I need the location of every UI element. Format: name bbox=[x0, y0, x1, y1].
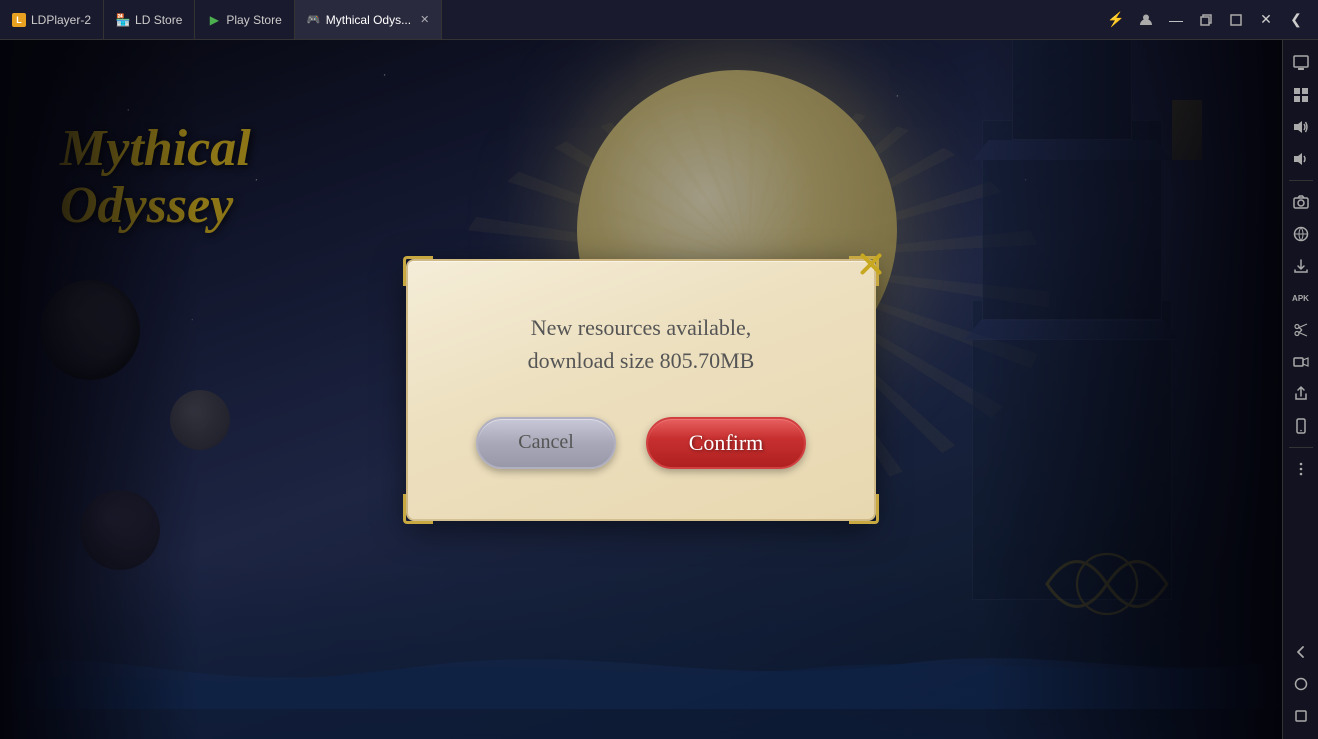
user-icon bbox=[1139, 13, 1153, 27]
playstore-icon: ▶ bbox=[207, 13, 221, 27]
tab-playstore-label: Play Store bbox=[226, 13, 281, 27]
tab-ldplayer2-label: LDPlayer-2 bbox=[31, 13, 91, 27]
back-button[interactable]: ❮ bbox=[1282, 6, 1310, 34]
nav-back-icon bbox=[1294, 645, 1308, 659]
nav-square-button[interactable] bbox=[1286, 701, 1316, 731]
close-button[interactable]: ✕ bbox=[1252, 6, 1280, 34]
apk-button[interactable]: APK bbox=[1286, 283, 1316, 313]
restore-button[interactable] bbox=[1192, 6, 1220, 34]
right-sidebar: APK bbox=[1282, 40, 1318, 739]
more-icon bbox=[1293, 461, 1309, 477]
lightning-button[interactable]: ⚡ bbox=[1102, 6, 1130, 34]
dialog-corner-br bbox=[849, 494, 879, 524]
minimize-button[interactable]: — bbox=[1162, 6, 1190, 34]
mythical-icon: 🎮 bbox=[307, 13, 321, 27]
dialog-close-button[interactable] bbox=[850, 243, 892, 285]
dialog-buttons: Cancel Confirm bbox=[458, 417, 824, 469]
phone-button[interactable] bbox=[1286, 411, 1316, 441]
titlebar: L LDPlayer-2 🏪 LD Store ▶ Play Store 🎮 M… bbox=[0, 0, 1318, 40]
close-x-icon bbox=[853, 246, 889, 282]
sidebar-divider-2 bbox=[1289, 447, 1313, 448]
dialog-message-line1: New resources available, bbox=[458, 311, 824, 344]
video-record-button[interactable] bbox=[1286, 347, 1316, 377]
tab-ldstore[interactable]: 🏪 LD Store bbox=[104, 0, 195, 39]
scissors-button[interactable] bbox=[1286, 315, 1316, 345]
camera-icon bbox=[1293, 194, 1309, 210]
titlebar-controls: ⚡ — ✕ ❮ bbox=[1102, 6, 1318, 34]
volume-down-button[interactable] bbox=[1286, 144, 1316, 174]
nav-back-button[interactable] bbox=[1286, 637, 1316, 667]
game-area: Mythical Odyssey bbox=[0, 40, 1282, 739]
tab-mythical-close[interactable]: ✕ bbox=[420, 13, 429, 26]
tab-ldstore-label: LD Store bbox=[135, 13, 182, 27]
phone-icon bbox=[1293, 418, 1309, 434]
grid-icon bbox=[1293, 87, 1309, 103]
earth-button[interactable] bbox=[1286, 219, 1316, 249]
volume-up-button[interactable] bbox=[1286, 112, 1316, 142]
scissors-icon bbox=[1293, 322, 1309, 338]
video-icon bbox=[1293, 354, 1309, 370]
volume-down-icon bbox=[1293, 151, 1309, 167]
camera-button[interactable] bbox=[1286, 187, 1316, 217]
user-button[interactable] bbox=[1132, 6, 1160, 34]
tab-mythical[interactable]: 🎮 Mythical Odys... ✕ bbox=[295, 0, 443, 39]
dialog-overlay: New resources available, download size 8… bbox=[0, 40, 1282, 739]
download-button[interactable] bbox=[1286, 251, 1316, 281]
tab-playstore[interactable]: ▶ Play Store bbox=[195, 0, 294, 39]
sidebar-divider-1 bbox=[1289, 180, 1313, 181]
more-button[interactable] bbox=[1286, 454, 1316, 484]
grid-button[interactable] bbox=[1286, 80, 1316, 110]
cancel-button[interactable]: Cancel bbox=[476, 417, 616, 469]
volume-up-icon bbox=[1293, 119, 1309, 135]
tab-ldplayer2[interactable]: L LDPlayer-2 bbox=[0, 0, 104, 39]
maximize-icon bbox=[1230, 14, 1242, 26]
share-button[interactable] bbox=[1286, 379, 1316, 409]
download-icon bbox=[1293, 258, 1309, 274]
restore-icon bbox=[1200, 14, 1212, 26]
share-icon bbox=[1293, 386, 1309, 402]
display-icon bbox=[1293, 55, 1309, 71]
display-button[interactable] bbox=[1286, 48, 1316, 78]
nav-square-icon bbox=[1294, 709, 1308, 723]
tab-mythical-label: Mythical Odys... bbox=[326, 13, 411, 27]
confirm-button[interactable]: Confirm bbox=[646, 417, 806, 469]
dialog-corner-tl bbox=[403, 256, 433, 286]
ldplayer-icon: L bbox=[12, 13, 26, 27]
maximize-button[interactable] bbox=[1222, 6, 1250, 34]
nav-circle-button[interactable] bbox=[1286, 669, 1316, 699]
earth-icon bbox=[1293, 226, 1309, 242]
dialog-corner-bl bbox=[403, 494, 433, 524]
ldstore-icon: 🏪 bbox=[116, 13, 130, 27]
dialog-message-line2: download size 805.70MB bbox=[458, 344, 824, 377]
dialog-message: New resources available, download size 8… bbox=[458, 311, 824, 377]
dialog-box: New resources available, download size 8… bbox=[406, 259, 876, 521]
nav-circle-icon bbox=[1294, 677, 1308, 691]
